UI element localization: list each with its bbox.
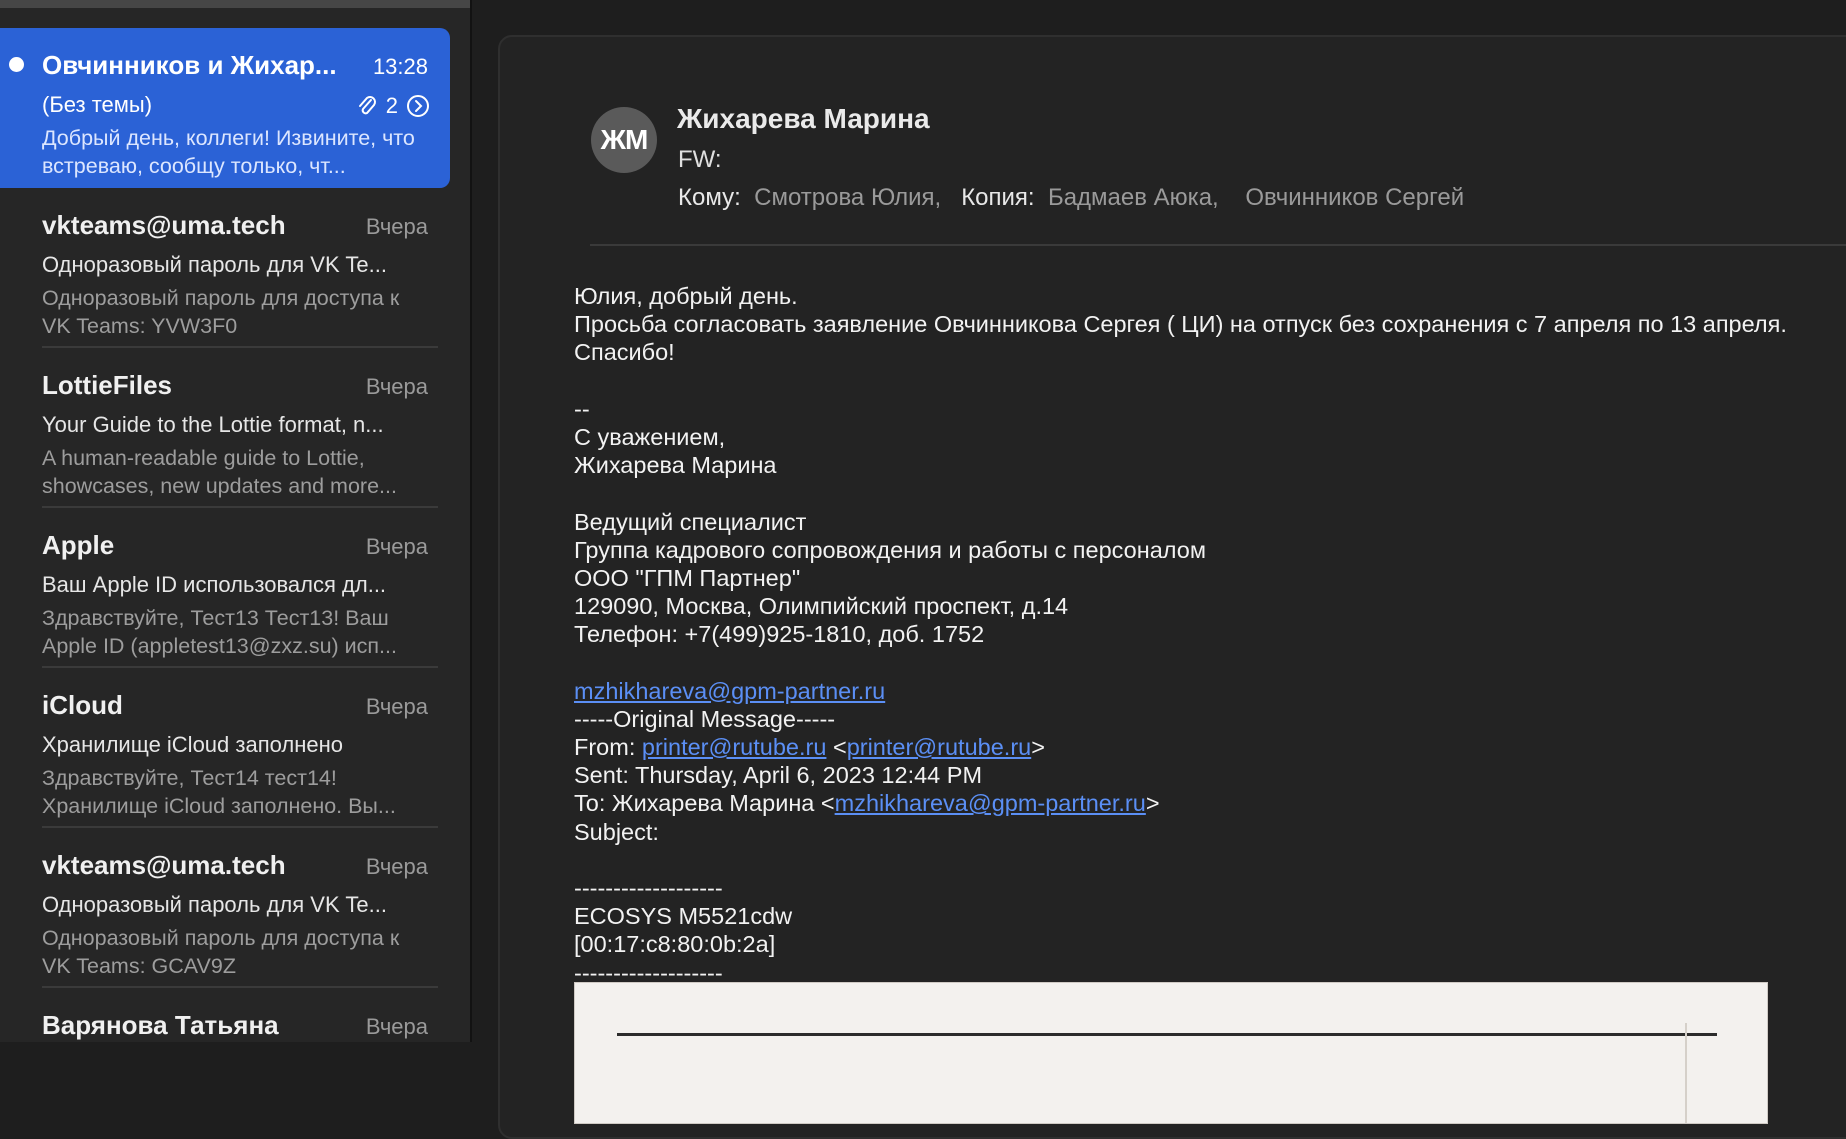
message-sender: Варянова Татьяна: [42, 1010, 279, 1040]
message-meta: 2: [356, 92, 430, 120]
message-list-pane[interactable]: Овчинников и Жихар... 13:28 (Без темы) 2…: [0, 0, 472, 1042]
original-subject-line: Subject:: [574, 818, 659, 845]
message-sender: Apple: [42, 530, 115, 560]
message-preview: Добрый день, коллеги! Извините, что встр…: [42, 126, 415, 178]
paperclip-icon: [356, 94, 378, 118]
recipient-cc[interactable]: Бадмаев Аюка,: [1048, 184, 1219, 211]
original-sent-line: Sent: Thursday, April 6, 2023 12:44 PM: [574, 762, 983, 789]
message-header-subject: FW:: [678, 146, 722, 173]
message-header-sender[interactable]: Жихарева Марина: [677, 103, 930, 135]
message-subject: Ваш Apple ID использовался дл...: [42, 572, 387, 597]
message-list-item[interactable]: LottieFiles Вчера Your Guide to the Lott…: [0, 348, 450, 508]
body-line: Спасибо!: [574, 339, 675, 366]
signature-line: Жихарева Марина: [574, 452, 777, 479]
message-body: Юлия, добрый день. Просьба согласовать з…: [574, 282, 1846, 987]
header-divider: [590, 244, 1846, 246]
from-email-link-2[interactable]: printer@rutube.ru: [847, 734, 1032, 760]
message-subject: Одноразовый пароль для VK Te...: [42, 892, 387, 917]
body-line: Просьба согласовать заявление Овчинников…: [574, 311, 1787, 338]
message-sender: vkteams@uma.tech: [42, 850, 286, 880]
message-preview: A human-readable guide to Lottie, showca…: [42, 446, 397, 498]
message-list-item[interactable]: Apple Вчера Ваш Apple ID использовался д…: [0, 508, 450, 668]
to-label: Кому:: [678, 184, 741, 211]
signature-separator: --: [574, 395, 590, 422]
message-header-recipients: Кому: Смотрова Юлия, Копия: Бадмаев Аюка…: [678, 184, 1464, 212]
message-preview: Одноразовый пароль для доступа к VK Team…: [42, 926, 400, 978]
bracket: >: [1145, 790, 1160, 817]
original-message-header: -----Original Message-----: [574, 705, 836, 732]
recipient-cc[interactable]: Овчинников Сергей: [1245, 184, 1464, 211]
cc-label: Копия:: [961, 184, 1035, 211]
message-sender: vkteams@uma.tech: [42, 210, 286, 240]
thread-count: 2: [385, 93, 398, 118]
body-line: Юлия, добрый день.: [574, 283, 798, 309]
message-subject: Одноразовый пароль для VK Te...: [42, 252, 387, 277]
message-preview: Здравствуйте, Тест14 тест14! Хранилище i…: [42, 766, 396, 818]
bracket: <: [826, 734, 847, 760]
reading-pane[interactable]: ЖМ Жихарева Марина FW: Кому: Смотрова Юл…: [472, 0, 1846, 1139]
separator-line: -------------------: [574, 874, 723, 901]
signature-email-link[interactable]: mzhikhareva@gpm-partner.ru: [574, 678, 885, 704]
message-list-item-selected[interactable]: Овчинников и Жихар... 13:28 (Без темы) 2…: [0, 28, 450, 188]
sender-avatar: ЖМ: [591, 107, 657, 173]
device-model: ECOSYS M5521cdw: [574, 903, 793, 930]
signature-line: Телефон: +7(499)925-1810, доб. 1752: [574, 621, 985, 648]
message-sender: LottieFiles: [42, 370, 173, 400]
device-mac: [00:17:c8:80:0b:2a]: [574, 931, 776, 958]
message-preview: Одноразовый пароль для доступа к VK Team…: [42, 286, 400, 338]
bracket: >: [1031, 734, 1045, 760]
scanned-document-image[interactable]: [574, 982, 1768, 1124]
message-time: Вчера: [365, 214, 428, 239]
from-email-link[interactable]: printer@rutube.ru: [642, 734, 827, 760]
message-card: ЖМ Жихарева Марина FW: Кому: Смотрова Юл…: [498, 35, 1846, 1139]
unread-indicator: [9, 57, 24, 72]
to-prefix: To: Жихарева Марина <: [574, 790, 835, 817]
signature-line: Ведущий специалист: [574, 508, 807, 535]
to-email-link[interactable]: mzhikhareva@gpm-partner.ru: [835, 790, 1146, 816]
message-subject: (Без темы): [42, 92, 153, 117]
signature-line: Группа кадрового сопровождения и работы …: [574, 536, 1206, 563]
message-time: Вчера: [365, 374, 428, 399]
thread-chevron-icon[interactable]: [406, 94, 430, 118]
message-time: 13:28: [372, 54, 428, 79]
signature-line: 129090, Москва, Олимпийский проспект, д.…: [574, 593, 1069, 620]
message-list-item[interactable]: iCloud Вчера Хранилище iCloud заполнено …: [0, 668, 450, 828]
message-subject: Your Guide to the Lottie format, n...: [42, 412, 384, 437]
message-time: Вчера: [365, 1014, 428, 1039]
message-list-item[interactable]: Варянова Татьяна Вчера: [0, 988, 450, 1042]
from-label: From:: [574, 734, 642, 760]
original-to-line: To: Жихарева Марина <mzhikhareva@gpm-par…: [574, 789, 1846, 817]
scan-edge: [1685, 1023, 1687, 1123]
signature-line: ООО "ГПМ Партнер": [574, 564, 801, 591]
recipient-to[interactable]: Смотрова Юлия,: [754, 184, 941, 211]
message-sender: Овчинников и Жихар...: [42, 50, 337, 80]
message-preview: Здравствуйте, Тест13 Тест13! Ваш Apple I…: [42, 606, 397, 658]
message-subject: Хранилище iCloud заполнено: [42, 732, 343, 757]
message-time: Вчера: [365, 854, 428, 879]
signature-line: С уважением,: [574, 423, 726, 450]
message-time: Вчера: [365, 534, 428, 559]
message-time: Вчера: [365, 694, 428, 719]
list-toolbar-edge: [0, 0, 470, 8]
message-sender: iCloud: [42, 690, 123, 720]
scan-line: [617, 1033, 1717, 1036]
message-list-item[interactable]: vkteams@uma.tech Вчера Одноразовый парол…: [0, 188, 450, 348]
original-from-line: From: printer@rutube.ru <printer@rutube.…: [574, 733, 1846, 761]
message-list-item[interactable]: vkteams@uma.tech Вчера Одноразовый парол…: [0, 828, 450, 988]
